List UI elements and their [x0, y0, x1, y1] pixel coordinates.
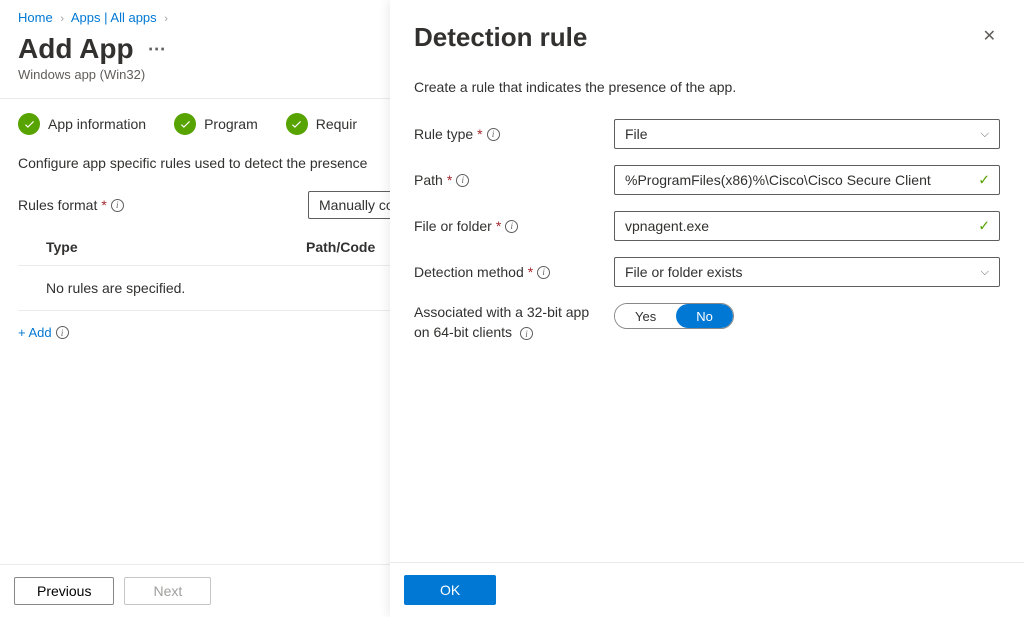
required-asterisk: * — [496, 218, 501, 234]
chevron-right-icon: › — [60, 13, 64, 25]
panel-description: Create a rule that indicates the presenc… — [414, 79, 1000, 95]
path-label: Path * i — [414, 172, 614, 188]
file-input[interactable] — [614, 211, 1000, 241]
required-asterisk: * — [447, 172, 452, 188]
associated-32bit-toggle[interactable]: Yes No — [614, 303, 734, 329]
detection-method-label: Detection method * i — [414, 264, 614, 280]
ok-button[interactable]: OK — [404, 575, 496, 605]
info-icon[interactable]: i — [520, 327, 533, 340]
rule-type-row: Rule type * i File ⌵ — [414, 119, 1000, 149]
column-type: Type — [46, 239, 306, 255]
info-icon[interactable]: i — [537, 266, 550, 279]
label-text: on 64-bit clients — [414, 324, 512, 340]
previous-button[interactable]: Previous — [14, 577, 114, 605]
info-icon[interactable]: i — [487, 128, 500, 141]
label-text: Rule type — [414, 126, 473, 142]
breadcrumb-home[interactable]: Home — [18, 10, 53, 25]
page-title-text: Add App — [18, 33, 134, 65]
check-icon — [174, 113, 196, 135]
detection-method-row: Detection method * i File or folder exis… — [414, 257, 1000, 287]
label-text: Associated with a 32-bit app — [414, 304, 589, 320]
check-icon: ✓ — [978, 218, 990, 235]
info-icon[interactable]: i — [56, 326, 69, 339]
required-asterisk: * — [477, 126, 482, 142]
close-icon[interactable]: ✕ — [979, 22, 1000, 50]
path-row: Path * i ✓ — [414, 165, 1000, 195]
detection-method-select[interactable]: File or folder exists ⌵ — [614, 257, 1000, 287]
step-label: App information — [48, 116, 146, 132]
chevron-right-icon: › — [164, 13, 168, 25]
rule-type-label: Rule type * i — [414, 126, 614, 142]
chevron-down-icon: ⌵ — [981, 266, 989, 279]
rules-format-label: Rules format * i — [18, 197, 298, 213]
info-icon[interactable]: i — [111, 199, 124, 212]
add-link-text: + Add — [18, 325, 52, 340]
step-requirements[interactable]: Requir — [286, 113, 357, 135]
associated-32bit-label: Associated with a 32-bit app on 64-bit c… — [414, 303, 614, 342]
file-label: File or folder * i — [414, 218, 614, 234]
check-icon — [18, 113, 40, 135]
toggle-yes[interactable]: Yes — [615, 304, 676, 328]
chevron-down-icon: ⌵ — [981, 128, 989, 141]
wizard-footer: Previous Next — [0, 564, 390, 617]
label-text: Path — [414, 172, 443, 188]
dropdown-value: File or folder exists — [625, 264, 742, 280]
check-icon — [286, 113, 308, 135]
path-input[interactable] — [614, 165, 1000, 195]
panel-title: Detection rule — [414, 22, 587, 53]
label-text: File or folder — [414, 218, 492, 234]
step-label: Requir — [316, 116, 357, 132]
associated-32bit-row: Associated with a 32-bit app on 64-bit c… — [414, 303, 1000, 342]
more-icon[interactable]: ⋯ — [148, 39, 168, 60]
next-button: Next — [124, 577, 211, 605]
rule-type-select[interactable]: File ⌵ — [614, 119, 1000, 149]
dropdown-value: File — [625, 126, 648, 142]
required-asterisk: * — [101, 197, 106, 213]
info-icon[interactable]: i — [505, 220, 518, 233]
label-text: Detection method — [414, 264, 524, 280]
info-icon[interactable]: i — [456, 174, 469, 187]
panel-header: Detection rule ✕ — [390, 0, 1024, 63]
label-text: Rules format — [18, 197, 97, 213]
step-app-information[interactable]: App information — [18, 113, 146, 135]
file-row: File or folder * i ✓ — [414, 211, 1000, 241]
panel-footer: OK — [390, 562, 1024, 617]
detection-rule-panel: Detection rule ✕ Create a rule that indi… — [390, 0, 1024, 617]
step-program[interactable]: Program — [174, 113, 258, 135]
panel-body: Create a rule that indicates the presenc… — [390, 63, 1024, 562]
check-icon: ✓ — [978, 172, 990, 189]
breadcrumb-apps[interactable]: Apps | All apps — [71, 10, 157, 25]
required-asterisk: * — [528, 264, 533, 280]
toggle-no[interactable]: No — [676, 304, 733, 328]
step-label: Program — [204, 116, 258, 132]
